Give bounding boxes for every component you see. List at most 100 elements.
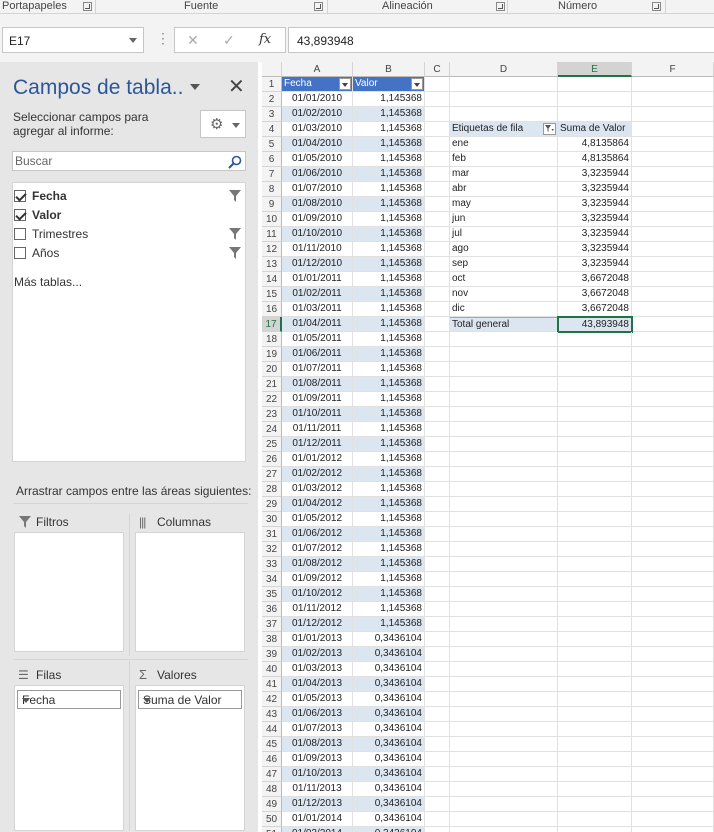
row-header[interactable]: 28 <box>262 482 282 497</box>
insert-function-icon[interactable]: fx <box>259 32 271 47</box>
empty-cell[interactable] <box>425 782 450 797</box>
pivot-value-cell[interactable]: 3,6672048 <box>558 272 632 287</box>
empty-cell[interactable] <box>425 227 450 242</box>
table-cell-valor[interactable]: 0,3436104 <box>353 707 425 722</box>
pivot-value-cell[interactable]: 3,3235944 <box>558 197 632 212</box>
row-header[interactable]: 33 <box>262 557 282 572</box>
empty-cell[interactable] <box>558 737 632 752</box>
column-header-a[interactable]: A <box>282 62 353 77</box>
row-header[interactable]: 45 <box>262 737 282 752</box>
value-field-suma-de-valor[interactable]: Suma de Valor <box>138 690 242 709</box>
empty-cell[interactable] <box>450 707 558 722</box>
cancel-icon[interactable]: ✕ <box>187 32 199 49</box>
table-cell-fecha[interactable]: 01/01/2012 <box>282 452 353 467</box>
search-input[interactable] <box>14 153 224 169</box>
table-cell-fecha[interactable]: 01/12/2010 <box>282 257 353 272</box>
empty-cell[interactable] <box>450 797 558 812</box>
pivot-row-label[interactable]: nov <box>450 287 558 302</box>
table-cell-valor[interactable]: 1,145368 <box>353 467 425 482</box>
row-header[interactable]: 47 <box>262 767 282 782</box>
field-checkbox[interactable] <box>14 190 26 202</box>
field-item-valor[interactable]: Valor <box>13 206 245 224</box>
table-cell-valor[interactable]: 0,3436104 <box>353 662 425 677</box>
empty-cell[interactable] <box>632 422 714 437</box>
row-header[interactable]: 8 <box>262 182 282 197</box>
enter-icon[interactable]: ✓ <box>223 32 235 49</box>
table-cell-valor[interactable]: 1,145368 <box>353 197 425 212</box>
empty-cell[interactable] <box>632 797 714 812</box>
name-box[interactable]: E17 <box>2 27 144 53</box>
empty-cell[interactable] <box>450 632 558 647</box>
table-cell-valor[interactable]: 0,3436104 <box>353 737 425 752</box>
table-cell-valor[interactable]: 0,3436104 <box>353 647 425 662</box>
empty-cell[interactable] <box>425 242 450 257</box>
table-cell-valor[interactable]: 1,145368 <box>353 437 425 452</box>
empty-cell[interactable] <box>632 197 714 212</box>
empty-cell[interactable] <box>632 557 714 572</box>
empty-cell[interactable] <box>632 752 714 767</box>
empty-cell[interactable] <box>558 77 632 92</box>
field-item-anos[interactable]: Años <box>13 244 245 262</box>
table-cell-fecha[interactable]: 01/07/2013 <box>282 722 353 737</box>
empty-cell[interactable] <box>450 782 558 797</box>
filters-drop-zone[interactable] <box>14 532 124 652</box>
row-header[interactable]: 40 <box>262 662 282 677</box>
empty-cell[interactable] <box>558 527 632 542</box>
table-cell-valor[interactable]: 1,145368 <box>353 182 425 197</box>
empty-cell[interactable] <box>632 182 714 197</box>
empty-cell[interactable] <box>425 827 450 832</box>
more-tables-link[interactable]: Más tablas... <box>14 275 82 289</box>
field-checkbox[interactable] <box>14 228 26 240</box>
empty-cell[interactable] <box>632 212 714 227</box>
empty-cell[interactable] <box>632 767 714 782</box>
empty-cell[interactable] <box>425 812 450 827</box>
row-header[interactable]: 50 <box>262 812 282 827</box>
row-header[interactable]: 15 <box>262 287 282 302</box>
pivot-row-label[interactable]: abr <box>450 182 558 197</box>
table-cell-valor[interactable]: 1,145368 <box>353 377 425 392</box>
dialog-launcher-icon[interactable] <box>652 2 661 11</box>
row-header[interactable]: 44 <box>262 722 282 737</box>
pivot-value-cell[interactable]: 3,3235944 <box>558 167 632 182</box>
row-header[interactable]: 12 <box>262 242 282 257</box>
empty-cell[interactable] <box>450 92 558 107</box>
formula-input[interactable]: 43,893948 <box>288 27 714 53</box>
empty-cell[interactable] <box>632 542 714 557</box>
column-header-b[interactable]: B <box>353 62 425 77</box>
empty-cell[interactable] <box>450 77 558 92</box>
row-header[interactable]: 14 <box>262 272 282 287</box>
empty-cell[interactable] <box>450 512 558 527</box>
empty-cell[interactable] <box>450 677 558 692</box>
table-cell-valor[interactable]: 1,145368 <box>353 122 425 137</box>
empty-cell[interactable] <box>425 602 450 617</box>
empty-cell[interactable] <box>425 422 450 437</box>
empty-cell[interactable] <box>558 812 632 827</box>
table-cell-valor[interactable]: 0,3436104 <box>353 812 425 827</box>
empty-cell[interactable] <box>558 362 632 377</box>
field-checkbox[interactable] <box>14 247 26 259</box>
row-header[interactable]: 37 <box>262 617 282 632</box>
empty-cell[interactable] <box>450 482 558 497</box>
table-cell-fecha[interactable]: 01/07/2011 <box>282 362 353 377</box>
empty-cell[interactable] <box>632 707 714 722</box>
empty-cell[interactable] <box>425 797 450 812</box>
empty-cell[interactable] <box>450 527 558 542</box>
empty-cell[interactable] <box>425 392 450 407</box>
column-header-f[interactable]: F <box>632 62 714 77</box>
empty-cell[interactable] <box>425 407 450 422</box>
empty-cell[interactable] <box>425 647 450 662</box>
row-header[interactable]: 34 <box>262 572 282 587</box>
row-header[interactable]: 31 <box>262 527 282 542</box>
table-cell-valor[interactable]: 1,145368 <box>353 557 425 572</box>
empty-cell[interactable] <box>450 362 558 377</box>
table-cell-fecha[interactable]: 01/02/2011 <box>282 287 353 302</box>
table-cell-fecha[interactable]: 01/10/2010 <box>282 227 353 242</box>
empty-cell[interactable] <box>425 557 450 572</box>
empty-cell[interactable] <box>558 512 632 527</box>
empty-cell[interactable] <box>632 812 714 827</box>
empty-cell[interactable] <box>425 152 450 167</box>
empty-cell[interactable] <box>450 407 558 422</box>
table-cell-fecha[interactable]: 01/03/2010 <box>282 122 353 137</box>
empty-cell[interactable] <box>425 362 450 377</box>
pivot-value-cell[interactable]: 3,3235944 <box>558 242 632 257</box>
